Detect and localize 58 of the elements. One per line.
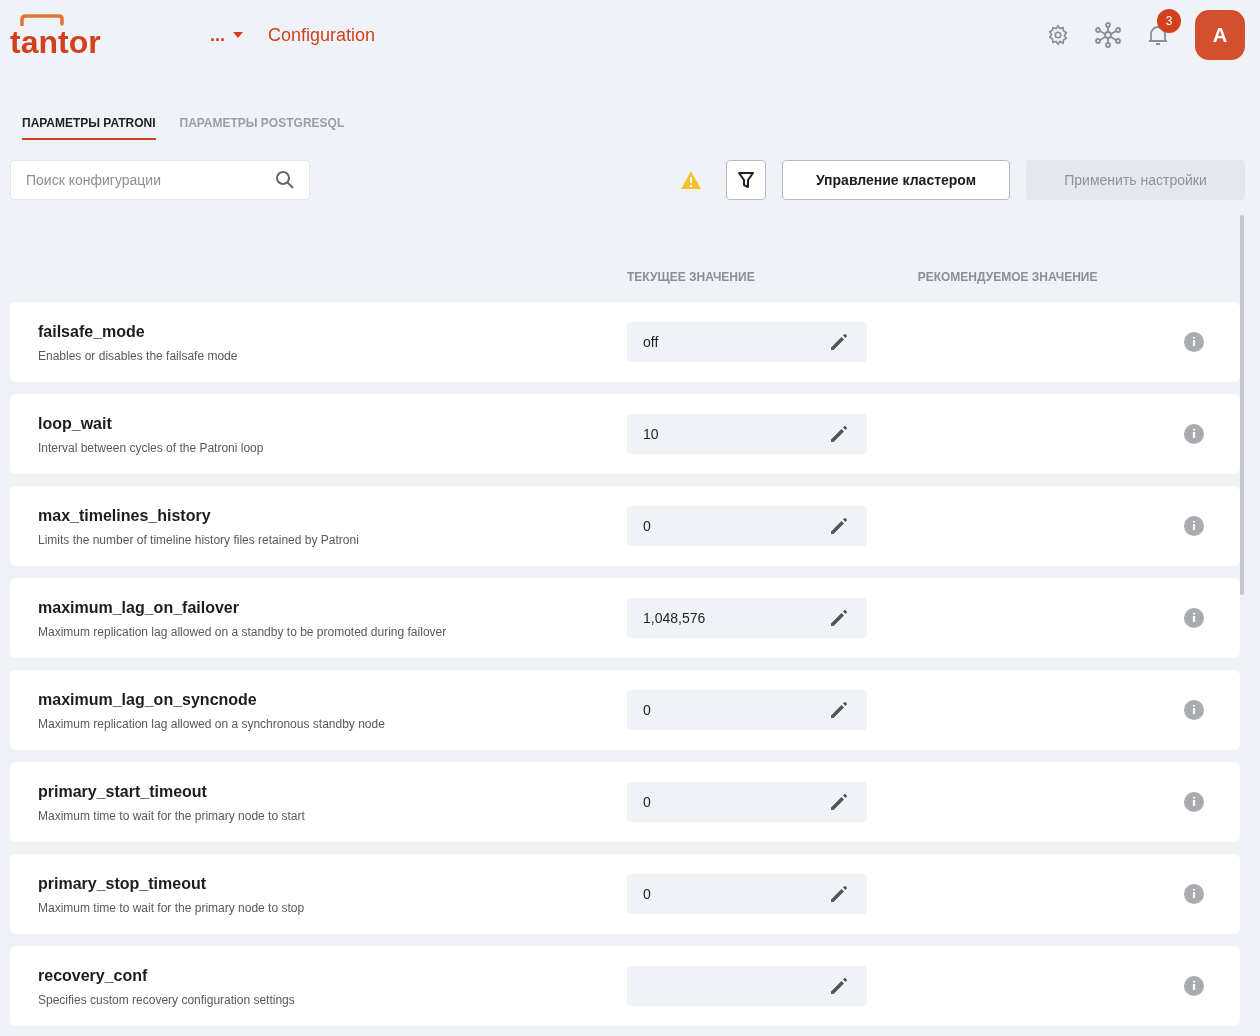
value-field[interactable]: off — [627, 322, 867, 362]
avatar[interactable]: A — [1195, 10, 1245, 60]
pencil-icon[interactable] — [829, 792, 849, 812]
parameter-name: maximum_lag_on_syncnode — [38, 689, 258, 710]
page-title: Configuration — [268, 23, 376, 47]
pencil-icon[interactable] — [829, 332, 849, 352]
column-header: ТЕКУЩЕЕ ЗНАЧЕНИЕ — [627, 269, 755, 286]
notification-badge: 3 — [1157, 9, 1181, 33]
parameter-name: max_timelines_history — [38, 505, 212, 526]
caret-icon — [233, 32, 243, 38]
scrollbar[interactable] — [1240, 215, 1244, 595]
parameter-description: Limits the number of timeline history files retained by Patroni — [38, 531, 360, 549]
parameter-name: primary_start_timeout — [38, 781, 208, 802]
breadcrumb-dropdown[interactable]: ... — [210, 21, 243, 49]
parameter-description: Maximum time to wait for the primary node to start — [38, 807, 306, 825]
parameter-name: recovery_conf — [38, 965, 149, 986]
filter-button[interactable] — [726, 160, 766, 200]
info-icon[interactable] — [1184, 424, 1204, 444]
column-header: РЕКОМЕНДУЕМОЕ ЗНАЧЕНИЕ — [917, 269, 1098, 286]
info-icon[interactable] — [1184, 884, 1204, 904]
info-icon[interactable] — [1184, 976, 1204, 996]
bell-icon[interactable] — [1147, 23, 1169, 47]
filter-icon — [737, 171, 755, 189]
pencil-icon[interactable] — [829, 424, 849, 444]
pencil-icon[interactable] — [829, 700, 849, 720]
info-icon[interactable] — [1184, 332, 1204, 352]
info-icon[interactable] — [1184, 516, 1204, 536]
settings-icon[interactable] — [1047, 24, 1069, 46]
cluster-management-button[interactable]: Управление кластером — [782, 160, 1010, 200]
search-icon — [275, 170, 295, 190]
pencil-icon[interactable] — [829, 884, 849, 904]
value-field[interactable]: 10 — [627, 414, 867, 454]
parameter-name: loop_wait — [38, 413, 113, 434]
parameter-name: primary_stop_timeout — [38, 873, 208, 894]
info-icon[interactable] — [1184, 608, 1204, 628]
parameter-name: maximum_lag_on_failover — [38, 597, 240, 618]
value-field[interactable]: 0 — [627, 782, 867, 822]
logo-text: tantor — [10, 26, 102, 58]
value-field[interactable]: 0 — [627, 874, 867, 914]
value-field[interactable] — [627, 966, 867, 1006]
parameter-description: Specifies custom recovery configuration settings — [38, 991, 296, 1009]
pencil-icon[interactable] — [829, 976, 849, 996]
parameter-name: failsafe_mode — [38, 321, 146, 342]
value-field[interactable]: 1,048,576 — [627, 598, 867, 638]
parameter-description: Interval between cycles of the Patroni loop — [38, 439, 265, 457]
pencil-icon[interactable] — [829, 516, 849, 536]
search-field[interactable]: Поиск конфигурации — [10, 160, 310, 200]
value-field[interactable]: 0 — [627, 690, 867, 730]
network-icon[interactable] — [1095, 22, 1121, 48]
info-icon[interactable] — [1184, 792, 1204, 812]
tab[interactable]: ПАРАМЕТРЫ PATRONI — [22, 114, 156, 140]
pencil-icon[interactable] — [829, 608, 849, 628]
info-icon[interactable] — [1184, 700, 1204, 720]
parameter-description: Maximum replication lag allowed on a standby to be promoted during failover — [38, 623, 448, 641]
parameter-description: Maximum time to wait for the primary node to stop — [38, 899, 306, 917]
parameter-description: Enables or disables the failsafe mode — [38, 347, 239, 365]
parameter-description: Maximum replication lag allowed on a synchronous standby node — [38, 715, 386, 733]
value-field[interactable]: 0 — [627, 506, 867, 546]
